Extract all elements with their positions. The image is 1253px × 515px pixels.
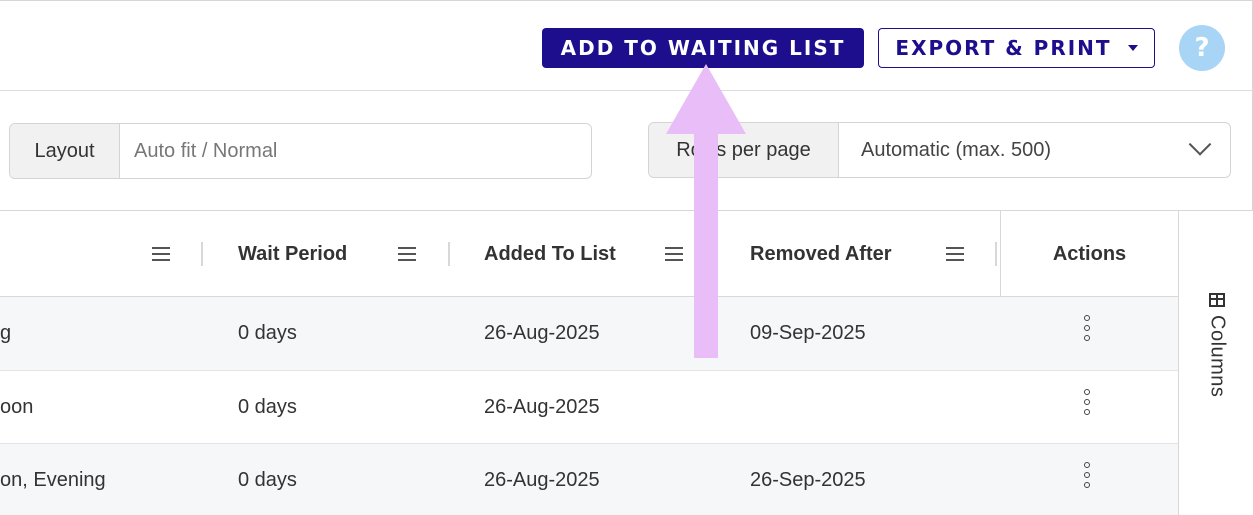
header-wait-period-label: Wait Period <box>238 242 348 265</box>
cell-removed-after: 26-Sep-2025 <box>750 468 866 491</box>
header-wait-period[interactable]: Wait Period <box>238 211 438 297</box>
table-row[interactable]: oon 0 days 26-Aug-2025 <box>0 371 1178 444</box>
column-separator[interactable] <box>448 242 450 266</box>
chevron-down-icon[interactable] <box>1188 133 1212 156</box>
export-print-button[interactable]: EXPORT & PRINT <box>878 28 1155 68</box>
column-menu-icon[interactable] <box>946 247 964 261</box>
add-to-waiting-list-button[interactable]: ADD TO WAITING LIST <box>542 28 864 68</box>
layout-select[interactable]: Layout Auto fit / Normal <box>9 123 592 179</box>
column-menu-icon[interactable] <box>665 247 683 261</box>
layout-label: Layout <box>10 124 120 178</box>
row-actions-kebab-icon[interactable] <box>1082 462 1092 488</box>
rows-per-page-selected: Automatic (max. 500) <box>861 138 1052 161</box>
columns-toggle[interactable]: Columns <box>1197 293 1237 397</box>
columns-icon <box>1209 293 1225 307</box>
table-header: Wait Period Added To List Removed After … <box>0 211 1178 297</box>
rows-per-page-select[interactable]: Rows per page Automatic (max. 500) <box>648 122 1231 178</box>
first-column-header <box>152 211 172 297</box>
layout-value[interactable]: Auto fit / Normal <box>120 124 591 178</box>
cell-added-to-list: 26-Aug-2025 <box>484 468 600 491</box>
cell-first: g <box>0 322 12 344</box>
header-removed-after[interactable]: Removed After <box>750 211 980 297</box>
header-removed-after-label: Removed After <box>750 242 892 265</box>
caret-down-icon <box>1127 45 1138 51</box>
cell-wait-period: 0 days <box>238 395 297 418</box>
columns-side-panel[interactable]: Columns <box>1178 210 1253 515</box>
cell-added-to-list: 26-Aug-2025 <box>484 395 600 418</box>
table-row[interactable]: g 0 days 26-Aug-2025 09-Sep-2025 <box>0 297 1178 371</box>
rows-per-page-value[interactable]: Automatic (max. 500) <box>839 123 1230 177</box>
column-separator[interactable] <box>201 242 203 266</box>
columns-label: Columns <box>1206 315 1229 398</box>
cell-added-to-list: 26-Aug-2025 <box>484 322 600 344</box>
column-separator[interactable] <box>995 242 997 266</box>
header-actions: Actions <box>1000 211 1178 297</box>
row-actions-kebab-icon[interactable] <box>1082 389 1092 415</box>
top-toolbar: ADD TO WAITING LIST EXPORT & PRINT ? <box>0 0 1253 91</box>
waiting-list-table: Wait Period Added To List Removed After … <box>0 210 1178 515</box>
rows-per-page-label: Rows per page <box>649 123 839 177</box>
header-added-to-list-label: Added To List <box>484 242 616 265</box>
cell-wait-period: 0 days <box>238 468 297 491</box>
table-row[interactable]: on, Evening 0 days 26-Aug-2025 26-Sep-20… <box>0 444 1178 515</box>
cell-first: oon <box>0 395 34 418</box>
header-added-to-list[interactable]: Added To List <box>484 211 694 297</box>
column-menu-icon[interactable] <box>152 247 170 261</box>
header-actions-label: Actions <box>1052 242 1127 265</box>
cell-first: on, Evening <box>0 468 106 491</box>
column-menu-icon[interactable] <box>398 247 416 261</box>
cell-removed-after: 09-Sep-2025 <box>750 322 866 344</box>
row-actions-kebab-icon[interactable] <box>1082 315 1092 341</box>
cell-wait-period: 0 days <box>238 322 297 344</box>
export-print-label: EXPORT & PRINT <box>895 36 1112 60</box>
help-button[interactable]: ? <box>1179 25 1225 71</box>
question-mark-icon: ? <box>1194 33 1210 63</box>
